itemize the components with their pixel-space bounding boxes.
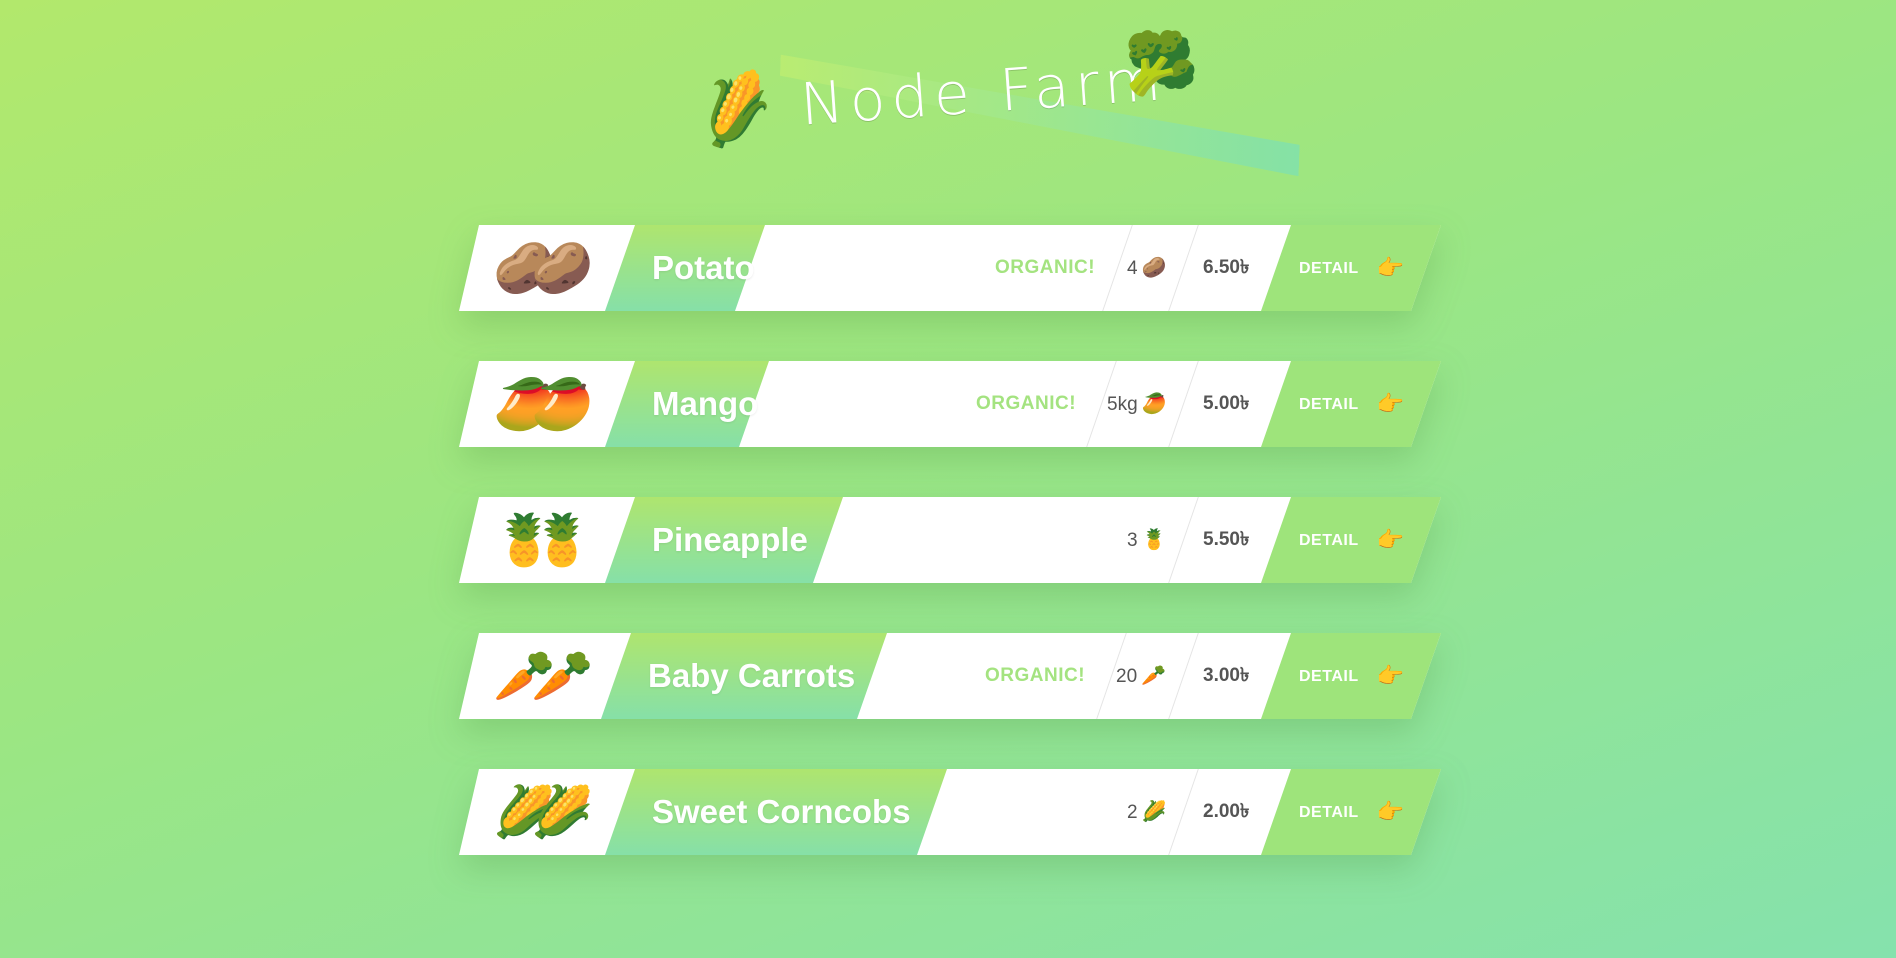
product-card-pineapple[interactable]: 🍍🍍 Pineapple 3 🍍 5.50৳ DETAIL 👉	[459, 497, 1441, 583]
detail-link[interactable]: DETAIL 👉	[1299, 633, 1405, 720]
product-quantity: 20 🥕	[1116, 665, 1167, 687]
product-price: 5.50৳	[1203, 529, 1250, 550]
mango-icon: 🥭	[1141, 393, 1167, 415]
pineapple-icon: 🍍	[1141, 529, 1167, 551]
product-price: 6.50৳	[1203, 257, 1250, 278]
pointing-hand-icon: 👉	[1376, 663, 1405, 688]
corn-icon: 🌽	[689, 66, 782, 153]
product-name: Potato	[652, 249, 755, 286]
pointing-hand-icon: 👉	[1376, 255, 1405, 280]
product-name: Pineapple	[652, 521, 808, 558]
detail-link[interactable]: DETAIL 👉	[1299, 361, 1405, 448]
organic-badge: ORGANIC!	[985, 665, 1086, 686]
product-card-sweet-corncobs[interactable]: 🌽🌽 Sweet Corncobs 2 🌽 2.00৳ DETAIL 👉	[459, 769, 1441, 855]
detail-link[interactable]: DETAIL 👉	[1299, 769, 1405, 856]
broccoli-icon: 🥦	[1124, 30, 1199, 97]
product-name: Mango	[652, 385, 759, 422]
product-card-baby-carrots[interactable]: 🥕🥕 Baby Carrots ORGANIC! 20 🥕 3.00৳ DETAI…	[459, 633, 1441, 719]
product-image: 🥔🥔	[493, 240, 594, 296]
product-card-mango[interactable]: 🥭🥭 Mango ORGANIC! 5kg 🥭 5.00৳ DETAIL 👉	[459, 361, 1441, 447]
page-header: 🌽 Node Farm 🥦	[689, 34, 1200, 170]
product-image: 🌽🌽	[493, 784, 594, 840]
pointing-hand-icon: 👉	[1376, 391, 1405, 416]
product-price: 2.00৳	[1203, 801, 1250, 822]
product-image: 🥕🥕	[493, 648, 594, 704]
product-quantity: 4 🥔	[1127, 257, 1167, 279]
pointing-hand-icon: 👉	[1376, 799, 1405, 824]
product-image: 🍍🍍	[493, 512, 594, 568]
product-name: Sweet Corncobs	[652, 793, 911, 830]
organic-badge: ORGANIC!	[976, 393, 1077, 414]
product-name: Baby Carrots	[648, 657, 856, 694]
product-price: 3.00৳	[1203, 665, 1250, 686]
product-quantity: 2 🌽	[1127, 801, 1167, 823]
product-card-potato[interactable]: 🥔🥔 Potato ORGANIC! 4 🥔 6.50৳ DETAIL 👉	[459, 225, 1441, 311]
organic-badge: ORGANIC!	[995, 257, 1096, 278]
product-price: 5.00৳	[1203, 393, 1250, 414]
detail-link[interactable]: DETAIL 👉	[1299, 497, 1405, 584]
carrot-icon: 🥕	[1141, 665, 1167, 687]
product-quantity: 5kg 🥭	[1107, 393, 1167, 415]
detail-link[interactable]: DETAIL 👉	[1299, 225, 1405, 312]
product-quantity: 3 🍍	[1127, 529, 1167, 551]
potato-icon: 🥔	[1141, 257, 1167, 279]
product-image: 🥭🥭	[493, 376, 594, 432]
product-list: 🥔🥔 Potato ORGANIC! 4 🥔 6.50৳ DETAIL 👉 🥭🥭 M…	[459, 225, 1441, 905]
corn-icon: 🌽	[1141, 801, 1167, 823]
pointing-hand-icon: 👉	[1376, 527, 1405, 552]
